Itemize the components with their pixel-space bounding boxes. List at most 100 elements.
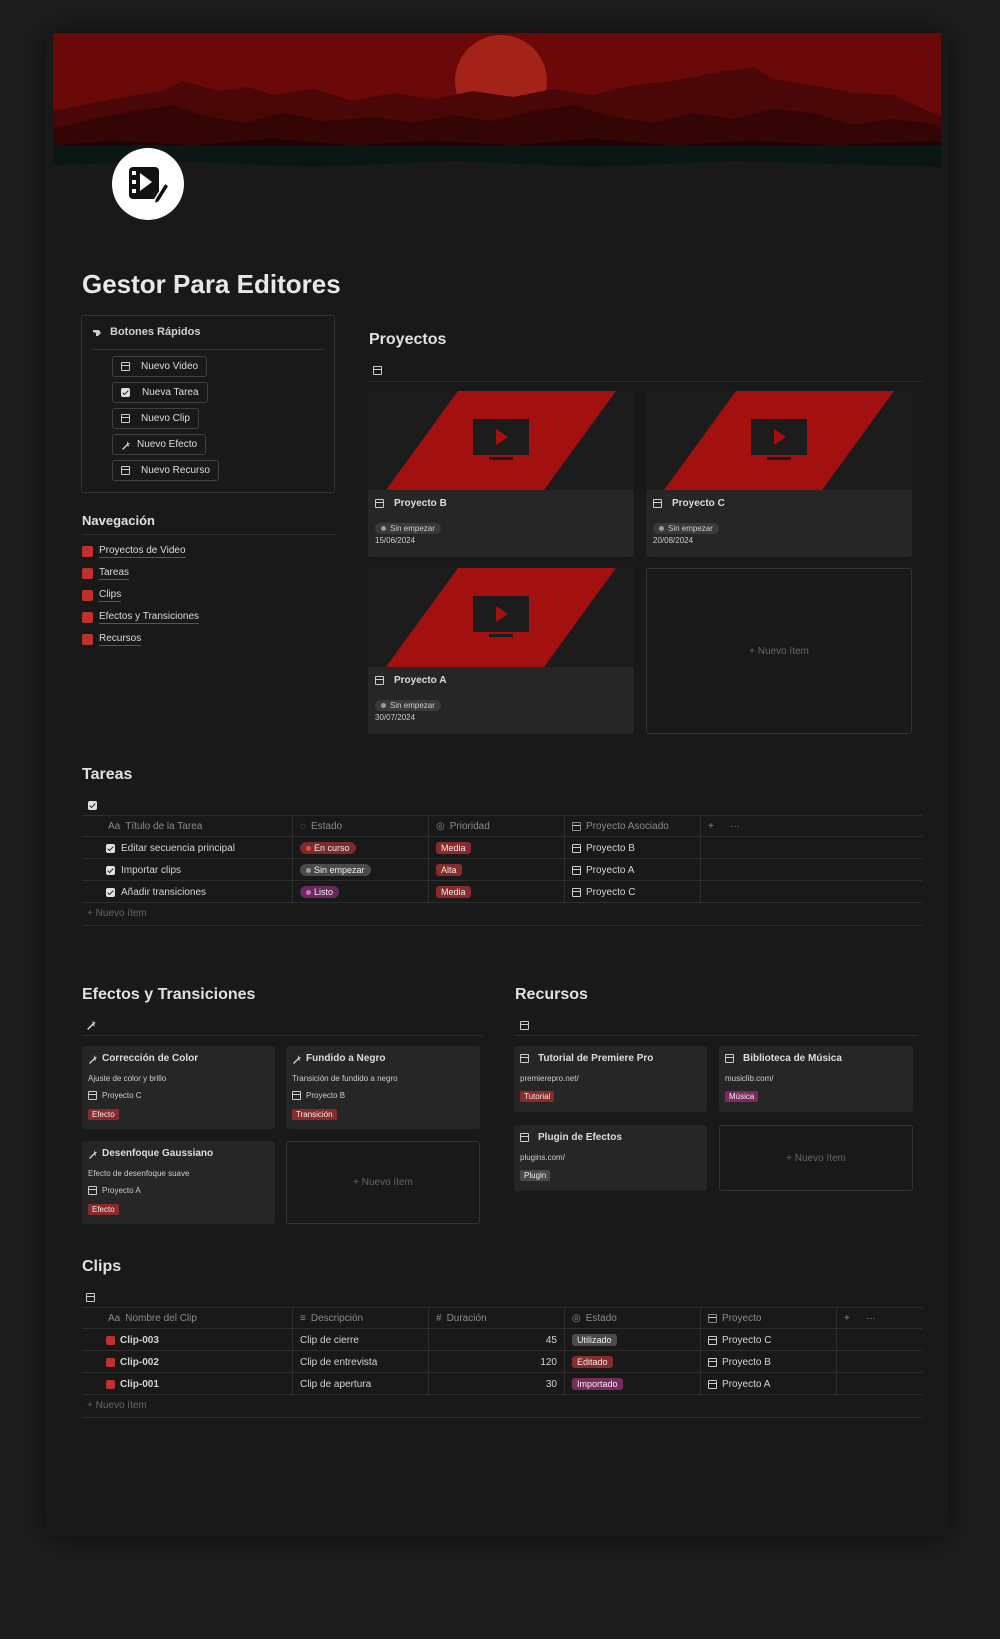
- magic-wand-icon: [293, 1054, 301, 1064]
- project-date: 15/06/2024: [375, 536, 416, 545]
- type-badge: Plugin: [520, 1170, 551, 1181]
- more-options-button[interactable]: ···: [723, 815, 753, 837]
- table-row[interactable]: Editar secuencia principal: [82, 837, 293, 859]
- clapperboard-icon: [106, 1357, 115, 1367]
- video-edit-icon[interactable]: [112, 148, 184, 220]
- nav-item-clips[interactable]: Clips: [82, 589, 122, 602]
- priority-badge[interactable]: Media: [429, 881, 565, 903]
- project-name: Proyecto B: [375, 498, 447, 509]
- status-badge[interactable]: Listo: [293, 881, 429, 903]
- project-card[interactable]: Proyecto C Sin empezar 20/08/2024: [646, 391, 912, 557]
- magic-wand-icon: [89, 1054, 97, 1064]
- cover-image[interactable]: [53, 33, 941, 179]
- table-row[interactable]: Clip-002: [82, 1351, 293, 1373]
- project-link[interactable]: Proyecto B: [701, 1351, 837, 1373]
- media-icon: [520, 1017, 531, 1030]
- effect-card[interactable]: Corrección de Color Ajuste de color y br…: [82, 1046, 275, 1129]
- column-header[interactable]: ◎ Prioridad: [429, 815, 565, 837]
- column-header[interactable]: Proyecto: [701, 1307, 837, 1329]
- clip-duration[interactable]: 45: [429, 1329, 565, 1351]
- new-clip-row[interactable]: + Nuevo ítem: [87, 1400, 147, 1411]
- clips-table: Aa Nombre del Clip ≡ Descripción # Duración…: [82, 1307, 922, 1418]
- new-task-button[interactable]: Nueva Tarea: [112, 382, 208, 403]
- nav-item-effects[interactable]: Efectos y Transiciones: [82, 611, 200, 624]
- nav-label: Recursos: [99, 633, 142, 646]
- nav-item-resources[interactable]: Recursos: [82, 633, 142, 646]
- media-icon: [520, 1133, 529, 1142]
- more-options-button[interactable]: ···: [859, 1307, 889, 1329]
- column-header[interactable]: Aa Título de la Tarea: [82, 815, 293, 837]
- column-header[interactable]: Proyecto Asociado: [565, 815, 701, 837]
- resource-card[interactable]: Plugin de Efectos plugins.com/ Plugin: [514, 1125, 707, 1191]
- clip-description[interactable]: Clip de entrevista: [293, 1351, 429, 1373]
- new-video-button[interactable]: Nuevo Video: [112, 356, 208, 377]
- effect-card[interactable]: Desenfoque Gaussiano Efecto de desenfoqu…: [82, 1141, 275, 1224]
- status-badge[interactable]: Sin empezar: [293, 859, 429, 881]
- new-effect-button[interactable]: Nuevo Efecto: [112, 434, 207, 455]
- table-row[interactable]: Clip-001: [82, 1373, 293, 1395]
- column-header[interactable]: ◌ Estado: [293, 815, 429, 837]
- divider: [515, 1035, 918, 1036]
- type-badge: Transición: [292, 1109, 337, 1120]
- priority-badge[interactable]: Media: [429, 837, 565, 859]
- project-link[interactable]: Proyecto A: [565, 859, 701, 881]
- clapperboard-icon: [106, 1379, 115, 1389]
- resources-title: Recursos: [515, 986, 588, 1003]
- status-badge: Sin empezar: [653, 523, 719, 534]
- clip-duration[interactable]: 120: [429, 1351, 565, 1373]
- table-row[interactable]: Clip-003: [82, 1329, 293, 1351]
- clip-duration[interactable]: 30: [429, 1373, 565, 1395]
- project-link: Proyecto B: [292, 1091, 345, 1100]
- project-card[interactable]: Proyecto B Sin empezar 15/06/2024: [368, 391, 634, 557]
- page-icon: [121, 362, 130, 371]
- project-name: Proyecto C: [653, 498, 725, 509]
- project-link[interactable]: Proyecto C: [701, 1329, 837, 1351]
- table-row[interactable]: Añadir transiciones: [82, 881, 293, 903]
- page-icon: [82, 546, 93, 557]
- column-header[interactable]: Aa Nombre del Clip: [82, 1307, 293, 1329]
- resource-url: plugins.com/: [520, 1153, 565, 1162]
- new-clip-button[interactable]: Nuevo Clip: [112, 408, 199, 429]
- column-header[interactable]: # Duración: [429, 1307, 565, 1329]
- magic-wand-icon: [82, 612, 93, 623]
- effect-name: Corrección de Color: [102, 1053, 199, 1064]
- clip-description[interactable]: Clip de apertura: [293, 1373, 429, 1395]
- status-badge[interactable]: Importado: [565, 1373, 701, 1395]
- quick-buttons-title: Botones Rápidos: [110, 326, 201, 338]
- resource-name: Biblioteca de Música: [743, 1053, 842, 1064]
- nav-item-tasks[interactable]: Tareas: [82, 567, 130, 580]
- project-card[interactable]: Proyecto A Sin empezar 30/07/2024: [368, 568, 634, 734]
- nav-label: Proyectos de Video: [99, 545, 186, 558]
- new-project-button[interactable]: + Nuevo ítem: [646, 568, 912, 734]
- project-link[interactable]: Proyecto A: [701, 1373, 837, 1395]
- status-badge: Sin empezar: [375, 700, 441, 711]
- table-row[interactable]: Importar clips: [82, 859, 293, 881]
- status-badge[interactable]: Editado: [565, 1351, 701, 1373]
- column-header[interactable]: ◎ Estado: [565, 1307, 701, 1329]
- new-effect-card-button[interactable]: + Nuevo ítem: [286, 1141, 480, 1224]
- quick-buttons-callout: Botones Rápidos Nuevo Video Nueva Tarea …: [81, 315, 335, 493]
- resource-card[interactable]: Tutorial de Premiere Pro premierepro.net…: [514, 1046, 707, 1112]
- video-thumbnail: [646, 391, 912, 490]
- resource-card[interactable]: Biblioteca de Música musiclib.com/ Músic…: [719, 1046, 913, 1112]
- priority-badge[interactable]: Alta: [429, 859, 565, 881]
- divider: [82, 1035, 482, 1036]
- status-badge[interactable]: En curso: [293, 837, 429, 859]
- column-header[interactable]: ≡ Descripción: [293, 1307, 429, 1329]
- project-link[interactable]: Proyecto B: [565, 837, 701, 859]
- effect-name: Fundido a Negro: [306, 1053, 386, 1064]
- button-label: Nuevo Clip: [141, 413, 190, 424]
- new-task-row[interactable]: + Nuevo ítem: [87, 908, 147, 919]
- media-icon: [82, 634, 93, 645]
- clip-description[interactable]: Clip de cierre: [293, 1329, 429, 1351]
- new-resource-button[interactable]: Nuevo Recurso: [112, 460, 219, 481]
- new-resource-card-button[interactable]: + Nuevo ítem: [719, 1125, 913, 1191]
- resource-url: premierepro.net/: [520, 1074, 579, 1083]
- type-badge: Efecto: [88, 1204, 119, 1215]
- status-badge[interactable]: Utilizado: [565, 1329, 701, 1351]
- effect-card[interactable]: Fundido a Negro Transición de fundido a …: [286, 1046, 480, 1129]
- page-title: Gestor Para Editores: [82, 269, 341, 299]
- nav-item-video-projects[interactable]: Proyectos de Video: [82, 545, 186, 558]
- project-link[interactable]: Proyecto C: [565, 881, 701, 903]
- effect-name: Desenfoque Gaussiano: [102, 1148, 214, 1159]
